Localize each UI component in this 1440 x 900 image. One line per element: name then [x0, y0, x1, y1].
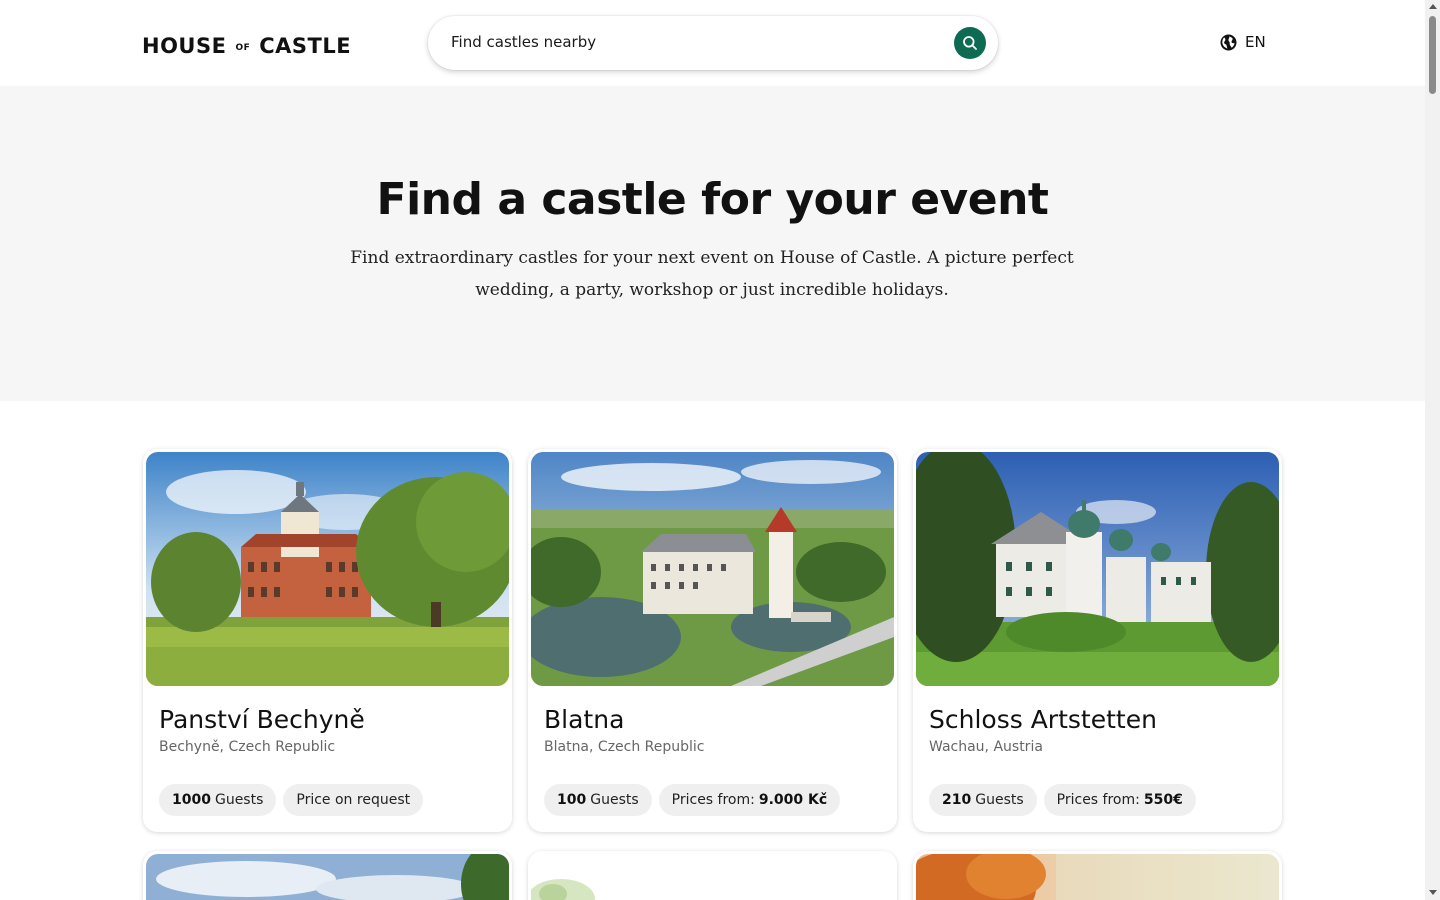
price-value: 550€ — [1143, 792, 1183, 808]
scroll-down-arrow-icon[interactable] — [1429, 890, 1437, 895]
price-label: Prices from: — [671, 792, 755, 808]
castle-card[interactable]: Panství Bechyně Bechyně, Czech Republic … — [143, 449, 512, 832]
hero-description: Find extraordinary castles for your next… — [350, 248, 1074, 300]
castle-card[interactable]: Blatna Blatna, Czech Republic 100 Guests… — [528, 449, 897, 832]
page-scrollbar[interactable] — [1425, 0, 1440, 900]
search-icon — [963, 36, 977, 50]
price-label: Prices from: — [1056, 792, 1140, 808]
logo-word-of: OF — [235, 43, 251, 53]
search-bar[interactable]: Find castles nearby — [428, 16, 998, 70]
castle-photo[interactable] — [916, 452, 1279, 686]
castle-photo[interactable] — [146, 854, 509, 900]
castle-photo[interactable] — [916, 854, 1279, 900]
castle-card[interactable] — [143, 851, 512, 900]
hero-section: Find a castle for your event Find extrao… — [0, 86, 1425, 401]
guests-badge: 210 Guests — [929, 784, 1037, 816]
scrollbar-thumb[interactable] — [1429, 16, 1436, 94]
guests-badge: 1000 Guests — [159, 784, 277, 816]
castle-photo[interactable] — [531, 854, 894, 900]
guests-label: Guests — [214, 792, 264, 808]
price-badge: Price on request — [283, 784, 424, 816]
castle-location: Wachau, Austria — [929, 739, 1043, 755]
site-logo[interactable]: HOUSE OF CASTLE — [142, 34, 351, 58]
guests-count: 100 — [557, 792, 587, 808]
guests-label: Guests — [975, 792, 1024, 808]
price-value: 9.000 Kč — [758, 792, 828, 808]
castle-name[interactable]: Blatna — [544, 705, 624, 734]
guests-count: 210 — [942, 792, 972, 808]
site-header: HOUSE OF CASTLE Find castles nearby EN — [0, 0, 1425, 86]
logo-word-castle: CASTLE — [259, 34, 352, 58]
price-badge: Prices from: 9.000 Kč — [658, 784, 841, 816]
search-input[interactable]: Find castles nearby — [451, 33, 596, 51]
price-badge: Prices from: 550€ — [1043, 784, 1196, 816]
guests-count: 1000 — [172, 792, 211, 808]
castle-photo[interactable] — [531, 452, 894, 686]
castle-location: Blatna, Czech Republic — [544, 739, 705, 755]
hero-title: Find a castle for your event — [376, 174, 1049, 225]
scroll-up-arrow-icon[interactable] — [1429, 4, 1437, 9]
search-button[interactable] — [954, 27, 986, 59]
castle-location: Bechyně, Czech Republic — [159, 739, 336, 755]
castle-card[interactable]: Schloss Artstetten Wachau, Austria 210 G… — [913, 449, 1282, 832]
guests-label: Guests — [590, 792, 639, 808]
castle-name[interactable]: Panství Bechyně — [159, 705, 365, 734]
language-selector[interactable]: EN — [1220, 33, 1266, 51]
price-label: Price on request — [296, 792, 411, 808]
language-label: EN — [1245, 33, 1266, 51]
castle-card[interactable] — [528, 851, 897, 900]
globe-icon — [1220, 34, 1237, 50]
guests-badge: 100 Guests — [544, 784, 652, 816]
logo-word-house: HOUSE — [142, 34, 227, 58]
castle-name[interactable]: Schloss Artstetten — [929, 705, 1157, 734]
castle-photo[interactable] — [146, 452, 509, 686]
castle-card[interactable] — [913, 851, 1282, 900]
